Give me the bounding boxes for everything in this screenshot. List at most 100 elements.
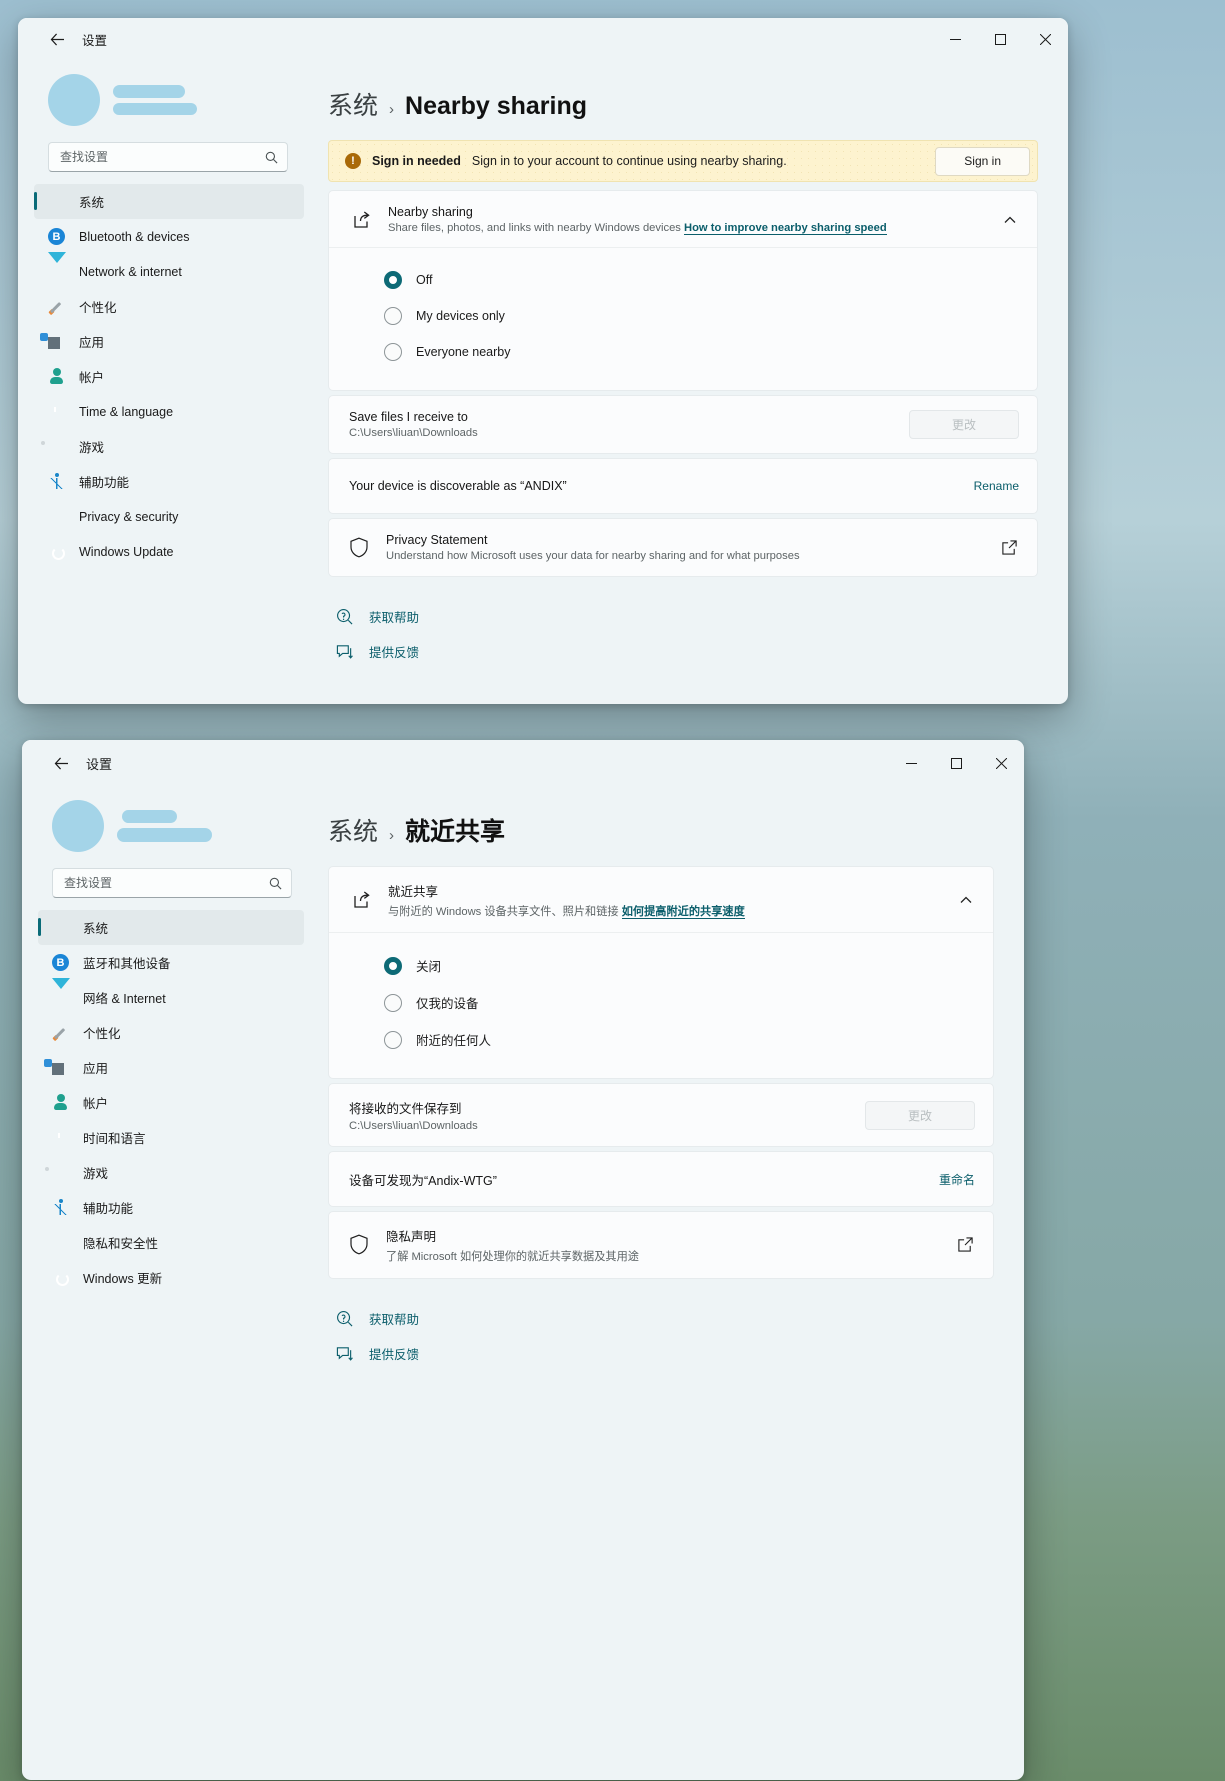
search-input[interactable] [52, 868, 292, 898]
save-location-title: Save files I receive to [349, 410, 468, 424]
sidebar-item-label: 系统 [79, 196, 105, 210]
sidebar-item-1[interactable]: 系统 [38, 910, 304, 945]
sidebar-item-2[interactable]: B Bluetooth & devices [34, 219, 304, 254]
share-icon [351, 209, 373, 231]
nearby-sharing-header[interactable]: Nearby sharing Share files, photos, and … [329, 191, 1037, 247]
sign-in-button[interactable]: Sign in [935, 146, 1030, 176]
close-icon[interactable] [1023, 18, 1068, 60]
radio-option-1[interactable]: 关闭 [329, 947, 993, 984]
system-icon [48, 193, 65, 210]
privacy-statement-row[interactable]: Privacy Statement Understand how Microso… [328, 518, 1038, 577]
breadcrumb: 系统 › Nearby sharing [328, 60, 1038, 140]
accessibility-icon [52, 1199, 69, 1216]
sidebar-item-3[interactable]: 网络 & Internet [38, 978, 304, 1015]
sidebar-item-10[interactable]: 隐私和安全性 [38, 1225, 304, 1260]
search-icon [269, 877, 282, 889]
sidebar-item-label: Windows 更新 [83, 1272, 163, 1286]
rename-link[interactable]: 重命名 [939, 1171, 975, 1188]
apps-icon [48, 333, 65, 350]
maximize-icon[interactable] [978, 18, 1023, 60]
breadcrumb-separator: › [389, 827, 395, 844]
sidebar-item-5[interactable]: 应用 [38, 1050, 304, 1085]
radio-option-2[interactable]: 仅我的设备 [329, 984, 993, 1021]
radio-option-3[interactable]: 附近的任何人 [329, 1021, 993, 1058]
sidebar-item-label: 蓝牙和其他设备 [83, 957, 171, 971]
user-profile[interactable] [34, 60, 304, 142]
improve-speed-link[interactable]: 如何提高附近的共享速度 [621, 906, 745, 919]
privacy-subtitle: 了解 Microsoft 如何处理你的就近共享数据及其用途 [386, 1251, 639, 1263]
chevron-up-icon[interactable] [955, 889, 977, 911]
back-arrow-icon[interactable] [40, 24, 74, 54]
user-profile[interactable] [38, 786, 304, 868]
search-field[interactable] [60, 150, 265, 164]
footer-link-1[interactable]: 获取帮助 [336, 1309, 994, 1328]
breadcrumb-root[interactable]: 系统 [328, 86, 378, 122]
footer-link-1[interactable]: 获取帮助 [336, 607, 1038, 626]
radio-button[interactable] [384, 343, 402, 361]
sidebar-item-4[interactable]: 个性化 [34, 289, 304, 324]
footer-link-label: 获取帮助 [369, 611, 420, 625]
page-title: Nearby sharing [405, 92, 588, 120]
radio-option-1[interactable]: Off [329, 262, 1037, 298]
sidebar-item-7[interactable]: 时间和语言 [38, 1120, 304, 1155]
sidebar-item-8[interactable]: 游戏 [34, 429, 304, 464]
card-title: Nearby sharing [388, 205, 473, 219]
sidebar-item-3[interactable]: Network & internet [34, 252, 304, 289]
update-icon [52, 1269, 69, 1286]
privacy-icon [48, 508, 65, 525]
radio-button[interactable] [384, 956, 402, 975]
radio-button[interactable] [384, 307, 402, 325]
save-location-title: 将接收的文件保存到 [349, 1102, 462, 1116]
radio-button[interactable] [384, 993, 402, 1012]
privacy-statement-row[interactable]: 隐私声明 了解 Microsoft 如何处理你的就近共享数据及其用途 [328, 1211, 994, 1279]
change-folder-button[interactable]: 更改 [865, 1100, 975, 1130]
footer-link-2[interactable]: 提供反馈 [336, 1344, 994, 1363]
search-field[interactable] [64, 876, 269, 890]
radio-label: Off [416, 273, 433, 287]
sidebar-item-9[interactable]: 辅助功能 [38, 1190, 304, 1225]
sidebar-item-label: 应用 [79, 336, 105, 350]
minimize-icon[interactable] [933, 18, 978, 60]
sidebar-item-9[interactable]: 辅助功能 [34, 464, 304, 499]
sidebar-item-11[interactable]: Windows 更新 [38, 1260, 304, 1295]
radio-label: 关闭 [416, 960, 442, 974]
page-title: 就近共享 [405, 818, 506, 846]
sidebar-item-6[interactable]: 帐户 [34, 359, 304, 394]
maximize-icon[interactable] [934, 740, 979, 786]
back-arrow-icon[interactable] [44, 748, 78, 778]
minimize-icon[interactable] [889, 740, 934, 786]
search-input[interactable] [48, 142, 288, 172]
breadcrumb-root[interactable]: 系统 [328, 812, 378, 848]
shield-icon [349, 537, 371, 559]
rename-link[interactable]: Rename [974, 479, 1019, 493]
radio-button[interactable] [384, 1030, 402, 1049]
device-name-text: 设备可发现为“Andix-WTG” [349, 1173, 497, 1188]
sidebar-item-5[interactable]: 应用 [34, 324, 304, 359]
sidebar-item-7[interactable]: Time & language [34, 394, 304, 429]
footer-link-2[interactable]: 提供反馈 [336, 642, 1038, 661]
radio-option-3[interactable]: Everyone nearby [329, 334, 1037, 370]
radio-label: My devices only [416, 309, 505, 323]
close-icon[interactable] [979, 740, 1024, 786]
personalization-icon [52, 1024, 69, 1041]
sidebar-item-4[interactable]: 个性化 [38, 1015, 304, 1050]
navigation-list: 系统 B Bluetooth & devices Network & internet… [34, 184, 304, 569]
sidebar-item-label: 个性化 [79, 301, 117, 315]
radio-option-2[interactable]: My devices only [329, 298, 1037, 334]
sidebar-item-2[interactable]: B 蓝牙和其他设备 [38, 945, 304, 980]
settings-window-english: 设置 查找设置 系统 B Bluetooth & devices Network… [18, 18, 1068, 704]
sidebar-item-10[interactable]: Privacy & security [34, 499, 304, 534]
improve-speed-link[interactable]: How to improve nearby sharing speed [684, 222, 887, 235]
change-folder-button[interactable]: 更改 [909, 410, 1019, 439]
sidebar-item-6[interactable]: 帐户 [38, 1085, 304, 1120]
sidebar-item-8[interactable]: 游戏 [38, 1155, 304, 1190]
sidebar-item-1[interactable]: 系统 [34, 184, 304, 219]
nearby-sharing-header[interactable]: 就近共享 与附近的 Windows 设备共享文件、照片和链接 如何提高附近的共享… [329, 867, 993, 932]
gaming-icon [52, 1164, 69, 1181]
radio-button[interactable] [384, 271, 402, 289]
sharing-mode-options: Off My devices only Everyone nearby [329, 247, 1037, 390]
external-link-icon[interactable] [957, 1236, 975, 1254]
external-link-icon[interactable] [1001, 539, 1019, 557]
chevron-up-icon[interactable] [999, 209, 1021, 231]
sidebar-item-11[interactable]: Windows Update [34, 534, 304, 569]
